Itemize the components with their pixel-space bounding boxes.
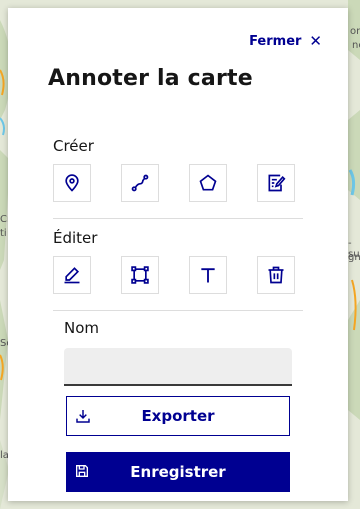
edit-text-button[interactable]	[189, 256, 227, 294]
map-label: gne	[348, 252, 360, 263]
create-tools	[53, 164, 295, 202]
close-icon: ✕	[309, 32, 322, 50]
pencil-icon	[64, 267, 80, 284]
annotate-map-panel: Fermer ✕ Annoter la carte Créer Éditer N…	[8, 8, 348, 501]
create-note-button[interactable]	[257, 164, 295, 202]
edit-tools	[53, 256, 295, 294]
line-icon	[131, 174, 149, 192]
point-icon	[65, 174, 79, 192]
edit-transform-button[interactable]	[121, 256, 159, 294]
save-button[interactable]: Enregistrer	[66, 452, 290, 492]
polygon-icon	[199, 174, 217, 191]
save-label: Enregistrer	[130, 463, 226, 481]
panel-title: Annoter la carte	[48, 66, 253, 91]
save-icon	[76, 465, 88, 477]
trash-icon	[268, 266, 284, 284]
map-label: ne	[352, 40, 360, 51]
edit-section-label: Éditer	[53, 229, 98, 247]
create-section-label: Créer	[53, 137, 94, 155]
text-icon	[201, 268, 215, 283]
export-label: Exporter	[141, 407, 215, 425]
section-divider	[53, 218, 303, 219]
create-line-button[interactable]	[121, 164, 159, 202]
edit-delete-button[interactable]	[257, 256, 295, 294]
map-label: ti	[0, 228, 7, 239]
close-label: Fermer	[249, 34, 302, 49]
close-button[interactable]: Fermer ✕	[249, 32, 322, 50]
section-divider	[53, 310, 303, 311]
download-icon	[76, 410, 90, 423]
export-button[interactable]: Exporter	[66, 396, 290, 436]
map-label: ore	[350, 26, 360, 37]
note-icon	[268, 174, 286, 192]
name-input[interactable]	[64, 348, 292, 386]
edit-pencil-button[interactable]	[53, 256, 91, 294]
name-field-label: Nom	[64, 319, 100, 337]
transform-icon	[131, 266, 149, 284]
create-point-button[interactable]	[53, 164, 91, 202]
create-polygon-button[interactable]	[189, 164, 227, 202]
